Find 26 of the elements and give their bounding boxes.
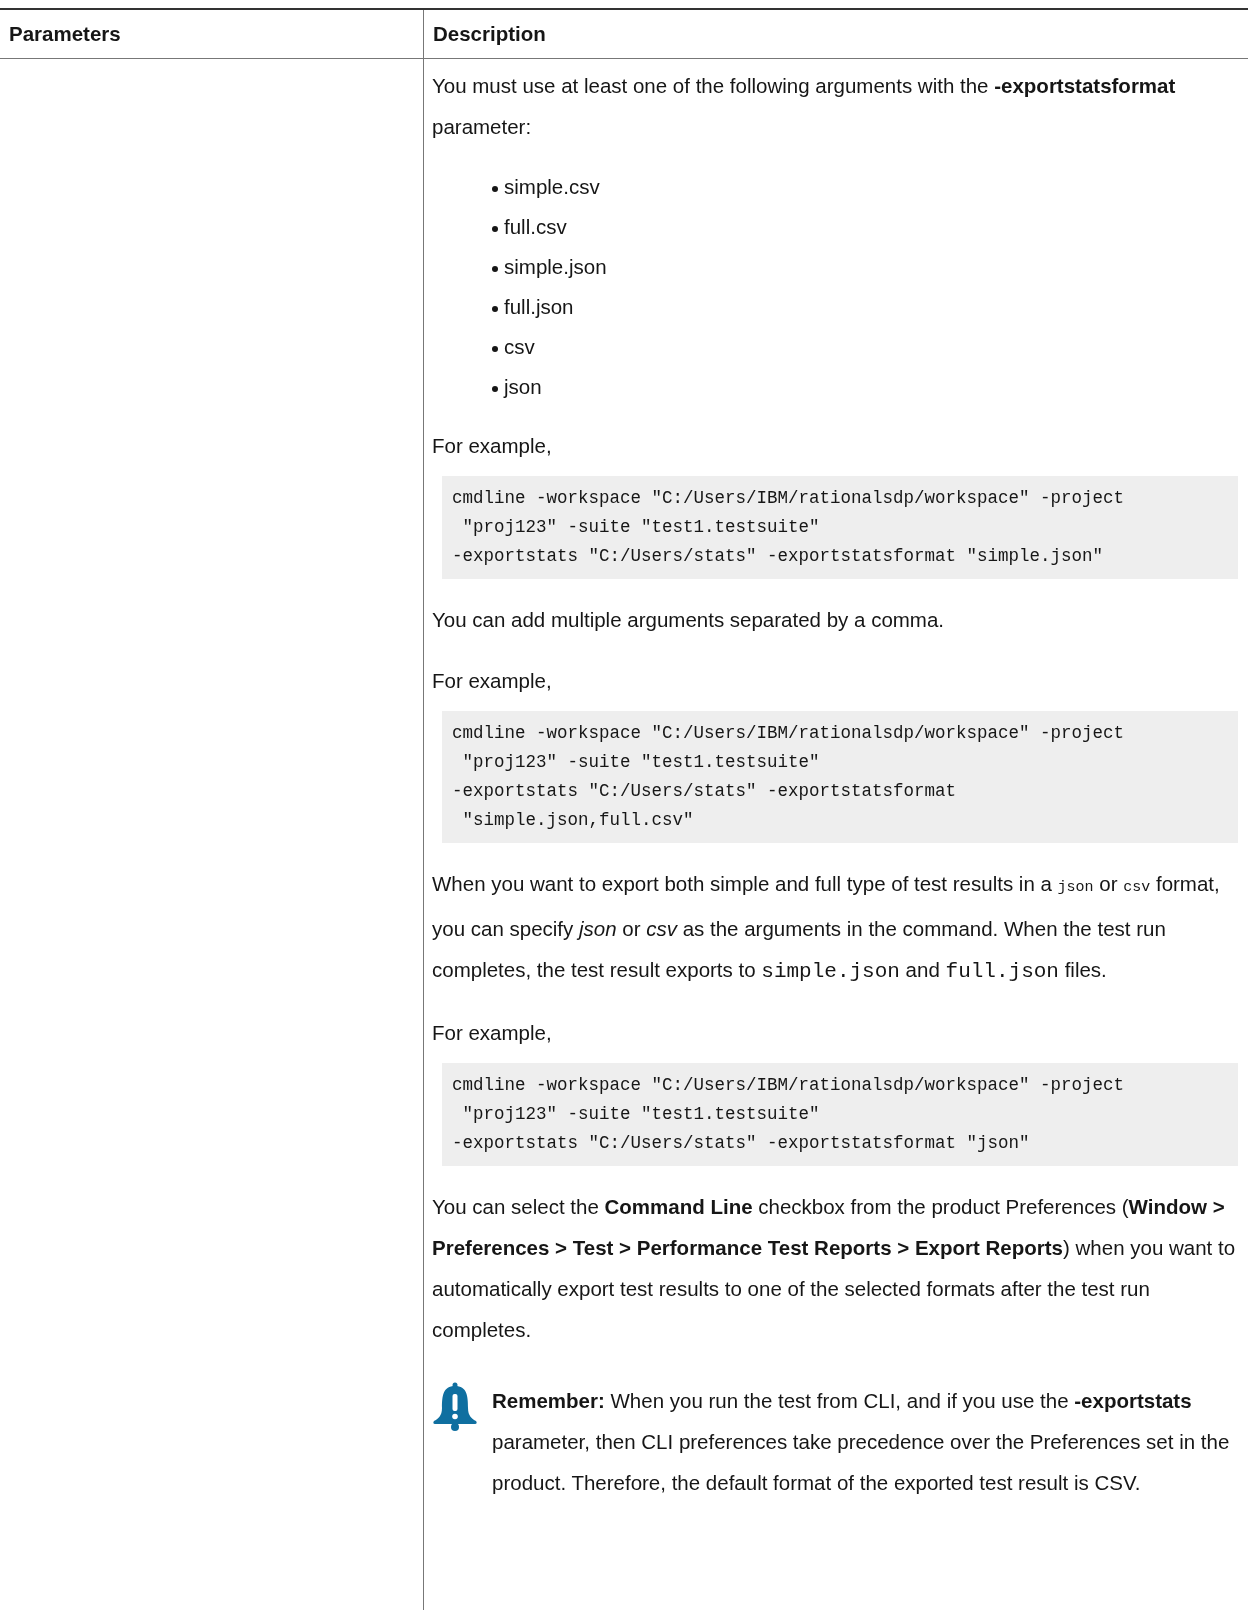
note-text: Remember: When you run the test from CLI, and if you use the -exportstats parameter, then CLI preferences take precedence over the Preferences set in the product. Therefore, the default format of the exported test result is CSV. [492, 1388, 1231, 1496]
code-block: cmdline -workspace "C:/Users/IBM/rationalsdp/workspace" -project "proj123" -suite "test1.testsuite" -exportstats "C:/Users/stats" -exportstatsformat "simple.json" [442, 476, 1238, 579]
bullet-icon [492, 185, 498, 192]
paragraph: For example, [432, 433, 553, 459]
paragraph: You can select the Command Line checkbox from the product Preferences (Window > Preferences > Test > Performance Test Reports > Export Reports) when you want to automatically export test results to one of the selected formats after the test run completes. [432, 1194, 1237, 1343]
list-item: json [492, 367, 1238, 407]
list-item: csv [492, 327, 1238, 367]
paragraph: You must use at least one of the following arguments with the -exportstatsformat parameter: [432, 73, 1177, 140]
bullet-icon [492, 345, 498, 352]
bullet-icon [492, 305, 498, 312]
bell-icon [432, 1382, 478, 1432]
bullet-icon [492, 265, 498, 272]
code-block: cmdline -workspace "C:/Users/IBM/rationalsdp/workspace" -project "proj123" -suite "test1.testsuite" -exportstats "C:/Users/stats" -exportstatsformat "json" [442, 1063, 1238, 1166]
list-item: simple.csv [492, 167, 1238, 207]
bullet-icon [492, 225, 498, 232]
column-header: Description [423, 9, 1248, 59]
paragraph: For example, [432, 668, 553, 694]
bullet-icon [492, 385, 498, 392]
list-item: full.csv [492, 207, 1238, 247]
paragraph: For example, [432, 1020, 553, 1046]
list-item: simple.json [492, 247, 1238, 287]
code-block: cmdline -workspace "C:/Users/IBM/rationalsdp/workspace" -project "proj123" -suite "test1.testsuite" -exportstats "C:/Users/stats" -exportstatsformat "simple.json,full.csv" [442, 711, 1238, 843]
column-header: Parameters [0, 9, 424, 59]
paragraph: You can add multiple arguments separated by a comma. [432, 607, 946, 633]
list-item: full.json [492, 287, 1238, 327]
paragraph: When you want to export both simple and full type of test results in a json or csv format, you can specify json or csv as the arguments in the command. When the test run completes, the test result exports to simple.json and full.json files. [432, 871, 1221, 985]
